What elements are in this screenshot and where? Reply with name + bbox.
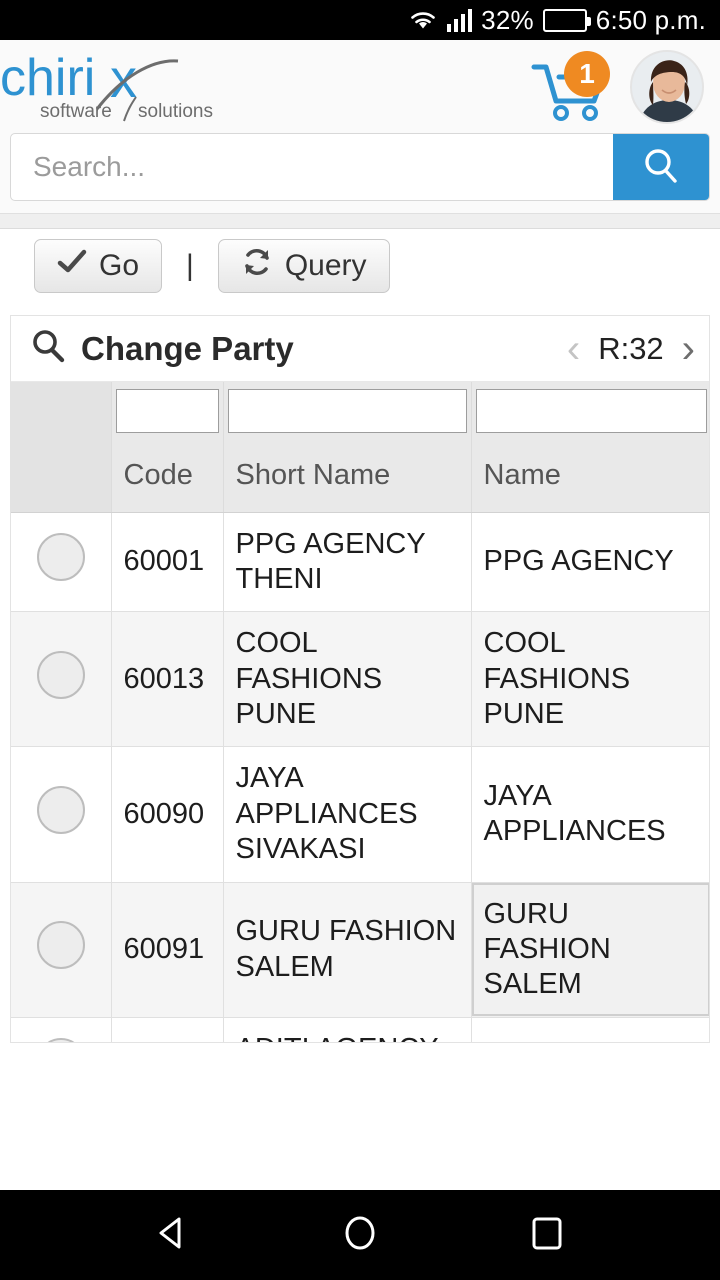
cell-short-name: JAYA APPLIANCES SIVAKASI — [223, 746, 472, 883]
filter-cell-name — [471, 382, 709, 440]
grid-header-row: CodeShort NameNameP — [11, 440, 709, 513]
record-count-label: R:32 — [598, 330, 664, 366]
row-radio-button[interactable] — [36, 533, 85, 582]
row-radio-button[interactable] — [36, 785, 85, 834]
android-status-bar: 32% 6:50 p.m. — [0, 0, 720, 40]
filter-input-short-name[interactable] — [227, 389, 467, 433]
filter-cell-code — [111, 382, 224, 440]
toolbar-separator: | — [186, 249, 194, 282]
check-icon — [57, 249, 87, 283]
battery-percent-label: 32% — [481, 4, 534, 35]
grid-scroll-area[interactable]: CodeShort NameNameP60001PPG AGENCY THENI… — [11, 382, 709, 1042]
row-radio-button[interactable] — [36, 650, 85, 699]
column-header-code[interactable]: Code — [111, 440, 224, 513]
svg-text:solutions: solutions — [138, 101, 213, 122]
battery-icon — [542, 8, 591, 32]
filter-input-code[interactable] — [115, 389, 219, 433]
change-party-panel: Change Party ‹ R:32 › Code Short Name Name… — [10, 315, 710, 1043]
header-actions: 1 — [530, 49, 706, 124]
go-button[interactable]: Go — [34, 239, 163, 293]
android-nav-bar — [0, 1190, 720, 1280]
cell-short-name: GURU FASHION SALEM — [223, 882, 472, 1018]
cell-code: 60091 — [111, 882, 224, 1018]
action-toolbar: Go | Query — [0, 229, 720, 303]
column-header-name[interactable]: Name — [471, 440, 709, 513]
refresh-icon — [241, 247, 273, 285]
app-header: chiri x software solutions 1 — [0, 40, 720, 133]
cell-short-name: PPG AGENCY THENI — [223, 512, 472, 613]
wifi-icon — [408, 8, 438, 32]
row-select-cell[interactable] — [11, 1017, 112, 1042]
search-box — [10, 133, 710, 201]
chevron-right-icon[interactable]: › — [682, 329, 695, 369]
avatar[interactable] — [630, 49, 704, 124]
filter-input-name[interactable] — [475, 389, 707, 433]
party-grid: CodeShort NameNameP60001PPG AGENCY THENI… — [11, 382, 709, 1042]
home-circle-icon[interactable] — [338, 1211, 382, 1260]
back-triangle-icon[interactable] — [151, 1211, 195, 1260]
table-row[interactable]: 60097ADITI AGENCY BANGALOREADITI AGENCY — [11, 1017, 709, 1042]
cell-name[interactable]: ADITI AGENCY — [471, 1017, 709, 1042]
recents-square-icon[interactable] — [525, 1211, 569, 1260]
shopping-cart-button[interactable]: 1 — [530, 50, 616, 123]
search-icon — [639, 144, 683, 191]
record-pager: ‹ R:32 › — [567, 329, 695, 369]
row-select-cell[interactable] — [11, 882, 112, 1018]
row-select-cell[interactable] — [11, 746, 112, 883]
table-row[interactable]: 60090 JAYA APPLIANCES SIVAKASI JAYA APPLIA… — [11, 746, 709, 883]
cart-badge: 1 — [564, 50, 610, 97]
go-button-label: Go — [99, 249, 140, 282]
cell-code: 60001 — [111, 512, 224, 613]
row-radio-button[interactable] — [36, 920, 85, 969]
section-separator — [0, 213, 720, 229]
chirix-logo[interactable]: chiri x software solutions — [0, 47, 220, 127]
search-input[interactable] — [11, 134, 613, 200]
cell-code: 60090 — [111, 746, 224, 883]
search-row — [0, 133, 720, 213]
column-header-select — [11, 440, 112, 513]
query-button[interactable]: Query — [217, 239, 390, 293]
table-row[interactable]: 60091 GURU FASHION SALEM GURU FASHION SALE… — [11, 882, 709, 1018]
cell-name[interactable]: GURU FASHION SALEM — [471, 882, 709, 1018]
page-title: Change Party — [81, 329, 294, 367]
cell-name[interactable]: PPG AGENCY — [471, 512, 709, 613]
filter-cell-blank — [11, 382, 112, 440]
svg-text:software: software — [40, 101, 112, 122]
cell-code: 60097 — [111, 1017, 224, 1042]
signal-bars-icon — [447, 8, 473, 32]
cell-short-name: ADITI AGENCY BANGALORE — [223, 1017, 472, 1042]
panel-header: Change Party ‹ R:32 › — [11, 316, 709, 382]
clock-label: 6:50 p.m. — [595, 4, 706, 35]
cell-code: 60013 — [111, 611, 224, 748]
column-header-short-name[interactable]: Short Name — [223, 440, 472, 513]
chevron-left-icon[interactable]: ‹ — [567, 329, 580, 369]
row-select-cell[interactable] — [11, 611, 112, 748]
row-select-cell[interactable] — [11, 512, 112, 613]
cell-short-name: COOL FASHIONS PUNE — [223, 611, 472, 748]
magnifier-icon — [29, 327, 67, 370]
row-radio-button[interactable] — [36, 1038, 85, 1042]
cell-name[interactable]: COOL FASHIONS PUNE — [471, 611, 709, 748]
search-button[interactable] — [613, 134, 709, 200]
filter-row — [11, 382, 709, 440]
filter-cell-short-name — [223, 382, 472, 440]
svg-text:chiri: chiri — [2, 49, 95, 107]
cell-name[interactable]: JAYA APPLIANCES — [471, 746, 709, 883]
query-button-label: Query — [284, 249, 367, 282]
table-row[interactable]: 60013 COOL FASHIONS PUNE COOL FASHIONS PUN… — [11, 611, 709, 748]
table-row[interactable]: 60001 PPG AGENCY THENI PPG AGENCY — [11, 512, 709, 613]
